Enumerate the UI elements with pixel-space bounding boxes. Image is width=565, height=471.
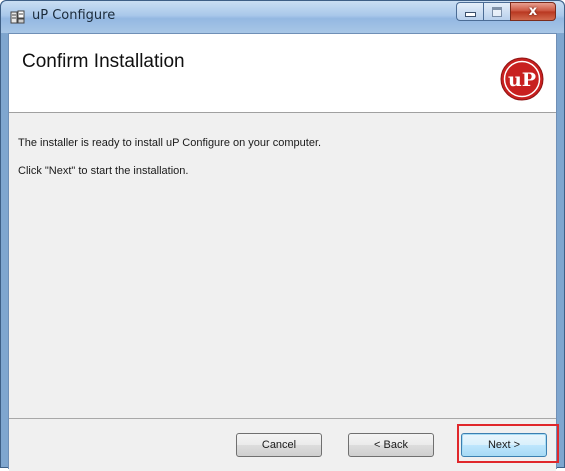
instruction-message: Click "Next" to start the installation. — [18, 165, 189, 177]
installer-package-icon — [10, 10, 25, 24]
page-title: Confirm Installation — [22, 51, 185, 72]
up-logo: uP — [500, 57, 544, 101]
logo-text: uP — [508, 69, 536, 91]
content-area: The installer is ready to install uP Con… — [9, 113, 556, 418]
installer-window: uP Configure x Confirm Installation uP T… — [0, 0, 565, 471]
cancel-button[interactable]: Cancel — [236, 433, 322, 457]
back-button[interactable]: < Back — [348, 433, 434, 457]
window-title: uP Configure — [32, 8, 116, 23]
caption-buttons: x — [456, 2, 556, 21]
header-banner: Confirm Installation uP — [9, 34, 556, 113]
title-bar[interactable]: uP Configure x — [1, 1, 564, 33]
next-button-highlight — [457, 424, 559, 463]
ready-message: The installer is ready to install uP Con… — [18, 137, 322, 149]
minimize-button[interactable] — [456, 2, 483, 21]
close-icon: x — [528, 4, 538, 19]
minimize-icon — [464, 12, 476, 17]
maximize-button[interactable] — [483, 2, 510, 21]
close-button[interactable]: x — [510, 2, 556, 21]
dialog-client-area: Confirm Installation uP The installer is… — [8, 33, 557, 471]
maximize-icon — [492, 6, 502, 17]
